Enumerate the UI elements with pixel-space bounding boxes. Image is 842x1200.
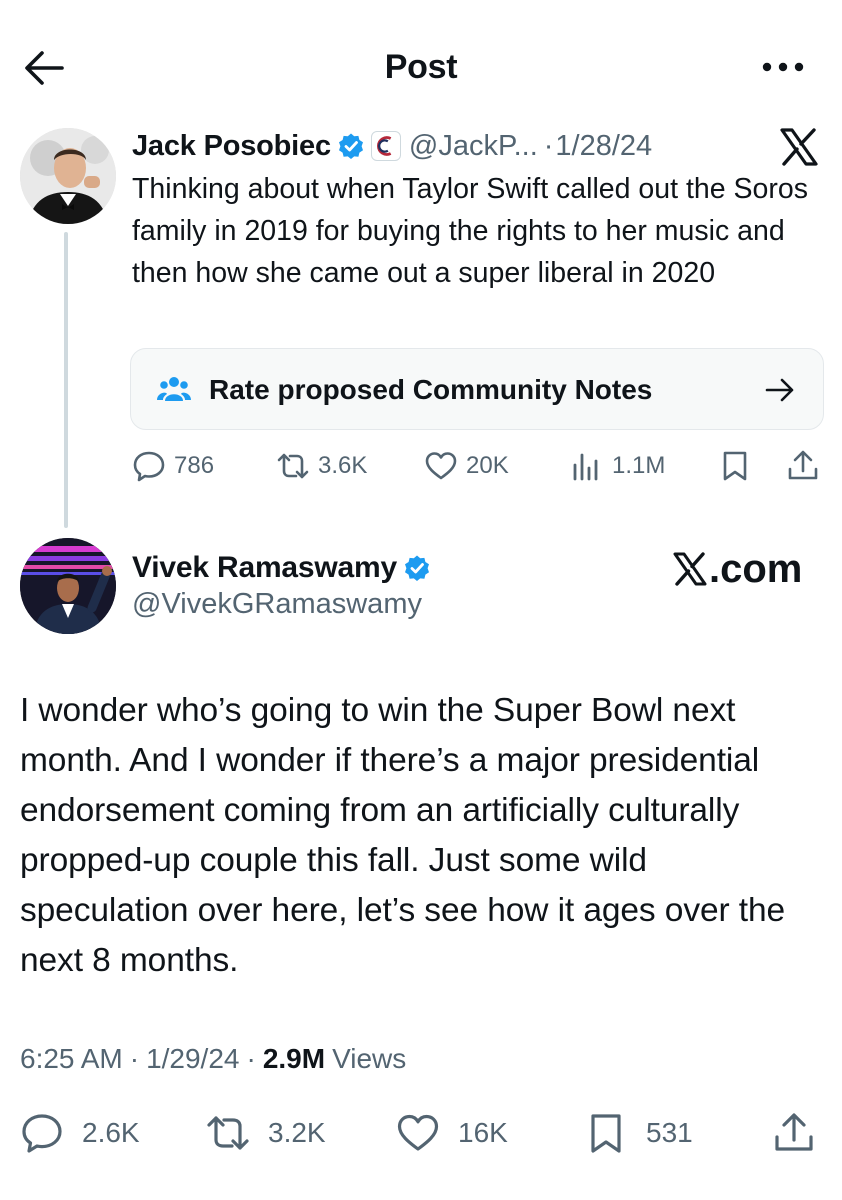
like-button[interactable]: 16K <box>396 1108 508 1158</box>
repost-button[interactable]: 3.6K <box>276 446 367 486</box>
repost-count: 3.6K <box>318 452 368 479</box>
repost-icon <box>207 1116 249 1150</box>
community-notes-card[interactable]: Rate proposed Community Notes <box>130 348 824 430</box>
share-icon <box>788 450 818 480</box>
parent-post-header: Jack Posobiec @JackP... · 1/28/24 <box>132 126 652 166</box>
x-logo-icon <box>673 552 707 586</box>
reply-count: 2.6K <box>82 1117 140 1148</box>
reply-button[interactable]: 786 <box>132 446 214 486</box>
reply-button[interactable]: 2.6K <box>20 1108 140 1158</box>
main-post-actions: 2.6K 3.2K 16K 531 <box>20 1108 830 1158</box>
top-bar: Post <box>0 0 842 130</box>
analytics-icon <box>573 453 598 481</box>
like-button[interactable]: 20K <box>424 446 509 486</box>
repost-icon <box>277 453 309 479</box>
views-label: Views <box>332 1043 407 1074</box>
main-post-header: Vivek Ramaswamy <box>132 546 431 590</box>
page-title: Post <box>384 48 458 86</box>
bookmark-icon <box>591 1114 621 1153</box>
post-time[interactable]: 6:25 AM <box>20 1043 123 1075</box>
views-count: 1.1M <box>612 452 666 479</box>
meta-separator: · <box>129 1043 140 1074</box>
post-timestamp: 6:25 AM · 1/29/24 · 2.9M Views <box>20 1038 406 1080</box>
bookmark-button[interactable] <box>718 446 760 486</box>
post-date[interactable]: 1/28/24 <box>555 130 652 163</box>
repost-button[interactable]: 3.2K <box>206 1108 326 1158</box>
avatar-image <box>20 128 116 224</box>
meta-separator: · <box>543 129 554 162</box>
bookmark-icon <box>723 451 747 481</box>
meta-separator: · <box>246 1043 256 1074</box>
more-options-button[interactable] <box>758 52 808 82</box>
like-count: 20K <box>466 452 509 479</box>
avatar-image <box>20 538 116 634</box>
avatar[interactable] <box>20 128 116 224</box>
x-com-watermark: .com <box>672 544 802 594</box>
reply-count: 786 <box>174 452 215 479</box>
share-button[interactable] <box>786 446 828 486</box>
author-name[interactable]: Jack Posobiec <box>132 130 331 163</box>
like-count: 16K <box>458 1117 508 1148</box>
heart-icon <box>397 1114 439 1151</box>
arrow-right-icon <box>765 378 794 402</box>
community-notes-label: Rate proposed Community Notes <box>209 374 653 405</box>
reply-icon <box>133 451 165 482</box>
author-handle[interactable]: @JackP... <box>409 130 538 163</box>
views-button[interactable]: 1.1M <box>570 446 665 486</box>
views-count[interactable]: 2.9M <box>263 1043 325 1075</box>
parent-post-actions: 786 3.6K 20K 1.1M <box>130 446 830 486</box>
community-people-icon <box>157 377 191 401</box>
post-date[interactable]: 1/29/24 <box>146 1043 239 1075</box>
share-icon <box>775 1113 813 1151</box>
bookmark-button[interactable]: 531 <box>584 1108 693 1158</box>
main-post-text: I wonder who’s going to win the Super Bo… <box>20 692 786 979</box>
x-logo-icon <box>780 128 818 166</box>
thread-connector-line <box>64 232 68 528</box>
author-handle[interactable]: @VivekGRamaswamy <box>132 588 422 621</box>
affiliate-badge-icon <box>370 131 401 161</box>
author-name[interactable]: Vivek Ramaswamy <box>132 551 397 585</box>
verified-badge-icon <box>338 133 363 159</box>
watermark-text: .com <box>709 546 803 591</box>
heart-icon <box>425 452 457 480</box>
share-button[interactable] <box>772 1108 834 1158</box>
parent-post-text: Thinking about when Taylor Swift called … <box>132 173 808 289</box>
bookmark-count: 531 <box>646 1117 693 1148</box>
reply-icon <box>22 1114 62 1153</box>
avatar[interactable] <box>20 538 116 634</box>
repost-count: 3.2K <box>268 1117 326 1148</box>
more-horizontal-icon <box>762 62 804 72</box>
verified-badge-icon <box>404 555 429 581</box>
